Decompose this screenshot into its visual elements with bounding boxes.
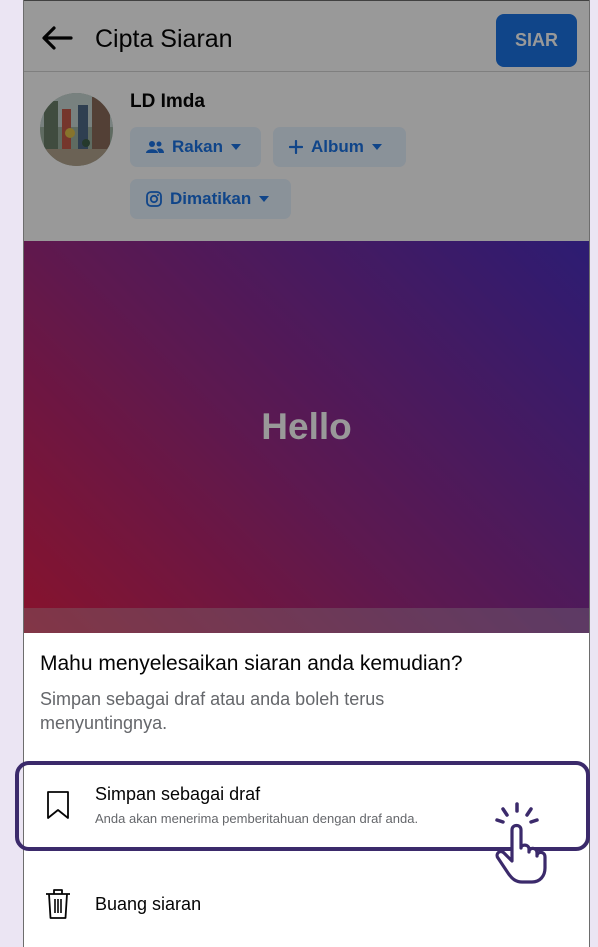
save-draft-title: Simpan sebagai draf [95, 784, 261, 804]
phone-screen: Cipta Siaran SIAR LD Imda Rakan Album Di… [23, 0, 590, 947]
post-button[interactable]: SIAR [496, 14, 577, 67]
instagram-icon [146, 191, 162, 207]
avatar [40, 93, 113, 166]
discard-post-title: Buang siaran [95, 894, 202, 914]
sheet-description: Simpan sebagai draf atau anda boleh teru… [40, 689, 385, 733]
save-draft-option[interactable]: Simpan sebagai draf Anda akan menerima p… [24, 770, 589, 840]
post-text[interactable]: Hello [261, 406, 351, 448]
back-button[interactable] [40, 23, 74, 53]
bookmark-icon [44, 789, 72, 821]
friends-icon [146, 141, 164, 153]
save-draft-subtitle: Anda akan menerima pemberitahuan dengan … [95, 811, 419, 826]
arrow-left-icon [42, 26, 73, 50]
album-label: Album [311, 137, 364, 156]
bottom-sheet: Mahu menyelesaikan siaran anda kemudian?… [24, 633, 589, 947]
app-bar: Cipta Siaran SIAR [24, 0, 589, 72]
caret-down-icon [259, 196, 270, 202]
trash-icon [44, 888, 72, 920]
user-name: LD Imda [130, 91, 205, 112]
caret-down-icon [231, 144, 242, 150]
audience-label: Rakan [172, 137, 224, 156]
plus-icon [289, 140, 303, 154]
caret-down-icon [371, 144, 382, 150]
discard-post-option[interactable]: Buang siaran [24, 870, 589, 940]
audience-selector[interactable]: Rakan [130, 127, 261, 167]
post-background-canvas[interactable]: Hello [24, 241, 589, 633]
instagram-label: Dimatikan [170, 189, 252, 208]
instagram-share-selector[interactable]: Dimatikan [130, 179, 291, 219]
sheet-title: Mahu menyelesaikan siaran anda kemudian? [40, 652, 463, 675]
album-selector[interactable]: Album [273, 127, 406, 167]
page-title: Cipta Siaran [95, 25, 233, 53]
